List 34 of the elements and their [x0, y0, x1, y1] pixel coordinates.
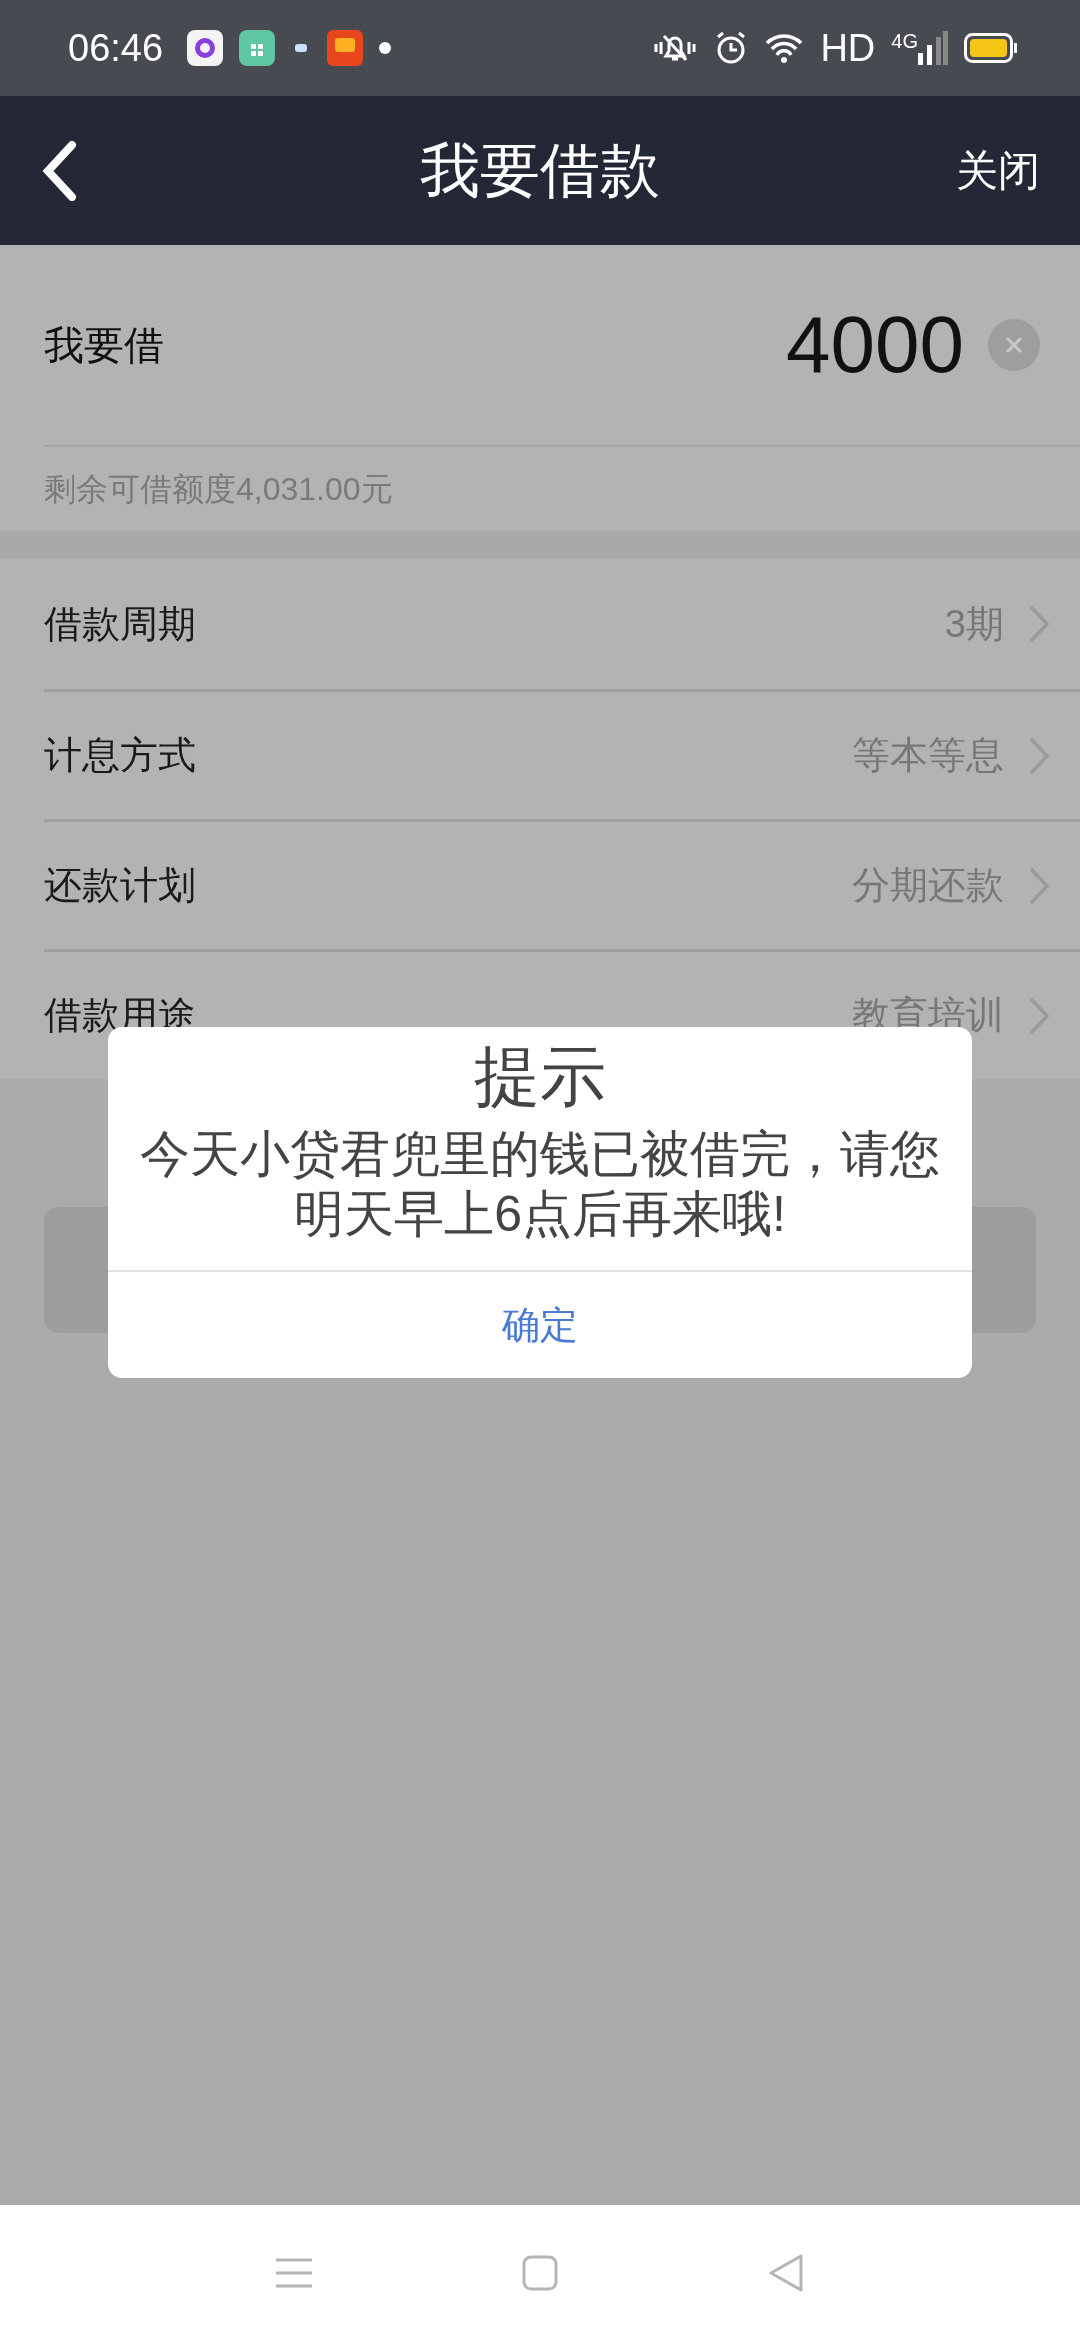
amount-value[interactable]: 4000: [786, 285, 964, 405]
mute-bell-icon: [652, 32, 699, 64]
app-icon: [239, 30, 276, 66]
option-value: 3期: [944, 601, 1004, 647]
signal-type-label: 4G: [891, 31, 918, 51]
option-value: 等本等息: [852, 733, 1004, 778]
back-triangle-icon: [768, 2252, 804, 2293]
chevron-right-icon: [1028, 735, 1050, 776]
network-label: HD: [820, 25, 876, 71]
close-icon: [1005, 336, 1023, 354]
confirm-button[interactable]: 确定: [108, 1270, 972, 1379]
notification-dot-icon: [379, 42, 392, 54]
home-square-icon: [522, 2254, 558, 2291]
signal-icon: [918, 31, 948, 65]
chevron-right-icon: [1028, 865, 1050, 906]
page-title: 我要借款: [420, 135, 660, 206]
battery-icon: [964, 33, 1018, 63]
option-label: 计息方式: [44, 733, 196, 778]
chevron-right-icon: [1028, 995, 1050, 1036]
dialog-message: 今天小贷君兜里的钱已被借完，请您明天早上6点后再来哦!: [139, 1125, 941, 1245]
option-value: 分期还款: [852, 863, 1004, 908]
remaining-limit-text: 剩余可借额度4,031.00元: [44, 470, 393, 509]
app-icon: [327, 30, 364, 66]
option-label: 还款计划: [44, 863, 196, 908]
amount-label: 我要借: [44, 322, 164, 369]
option-row[interactable]: 还款计划 分期还款: [44, 819, 1080, 949]
option-row[interactable]: 借款周期 3期: [0, 559, 1080, 689]
option-label: 借款周期: [44, 601, 196, 647]
close-button[interactable]: 关闭: [956, 139, 1040, 202]
status-time: 06:46: [68, 25, 164, 71]
wifi-icon: [764, 32, 805, 64]
app-icon: [187, 30, 224, 66]
option-row[interactable]: 计息方式 等本等息: [44, 689, 1080, 819]
chevron-right-icon: [1028, 604, 1050, 644]
